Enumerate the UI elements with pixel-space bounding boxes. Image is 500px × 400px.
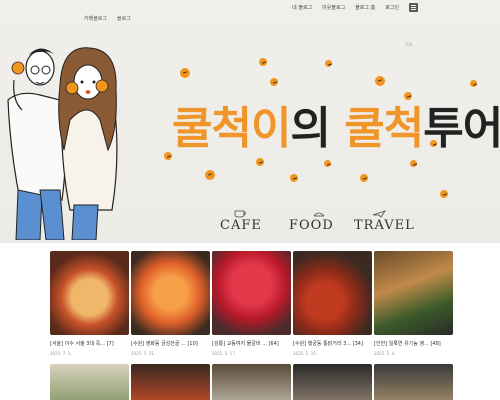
post-date: 2025. 5. 4. bbox=[374, 351, 396, 356]
post-title-text: [인천] 일룩연 유기농 앵... bbox=[374, 341, 429, 347]
top-nav-right: 내 블로그 이웃블로그 블로그 홈 로그인 bbox=[292, 3, 418, 12]
post-thumbnail[interactable] bbox=[131, 364, 210, 400]
post-thumbnail[interactable] bbox=[293, 251, 372, 335]
orange-decor-icon bbox=[440, 190, 448, 198]
orange-decor-icon bbox=[270, 78, 278, 86]
post-title-text: [서울] 이수 서울 3대 즉... bbox=[50, 341, 106, 347]
orange-decor-icon bbox=[256, 158, 264, 166]
post-thumbnail[interactable] bbox=[374, 251, 453, 335]
category-cafe[interactable]: CAFE bbox=[220, 218, 262, 233]
orange-decor-icon bbox=[360, 174, 368, 182]
orange-decor-icon bbox=[290, 174, 298, 182]
orange-decor-icon bbox=[324, 160, 331, 167]
post-grid: [서울] 이수 서울 3대 즉... [7] 2025. 7. 1. [수원] … bbox=[50, 251, 454, 400]
nav-link-cafe-blog[interactable]: 카페블로그 bbox=[84, 15, 107, 22]
title-part: 의 bbox=[290, 103, 345, 154]
orange-decor-icon bbox=[180, 68, 190, 78]
post-title-text: [수원] 영화동 금성잔골 ... bbox=[131, 341, 186, 347]
title-part: 쿨척 bbox=[344, 103, 424, 154]
post-card[interactable]: [서울] 이수 서울 3대 즉... [7] 2025. 7. 1. bbox=[50, 251, 129, 356]
post-card[interactable]: [수원] 행궁동 통닭거리 3... [34] 2025. 5. 15. bbox=[293, 251, 372, 356]
post-thumbnail[interactable] bbox=[50, 251, 129, 335]
comment-count: [10] bbox=[187, 341, 198, 347]
post-title-text: [강릉] 교동여지 물갈비 ... bbox=[212, 341, 267, 347]
orange-decor-icon bbox=[259, 58, 267, 66]
post-title[interactable]: [인천] 일룩연 유기농 앵... [48] bbox=[374, 340, 453, 347]
post-card[interactable]: [인천] 일룩연 유기농 앵... [48] 2025. 5. 4. bbox=[374, 251, 453, 356]
comment-count: [34] bbox=[352, 341, 363, 347]
nav-link-my-blog[interactable]: 내 블로그 bbox=[292, 4, 312, 11]
orange-decor-icon bbox=[410, 160, 417, 167]
nav-link-login[interactable]: 로그인 bbox=[385, 4, 399, 11]
post-date: 2025. 5. 31. bbox=[131, 351, 156, 356]
post-thumbnail[interactable] bbox=[374, 364, 453, 400]
orange-decor-icon bbox=[325, 60, 332, 67]
category-travel[interactable]: TRAVEL bbox=[354, 218, 415, 233]
post-date: 2025. 7. 1. bbox=[50, 351, 72, 356]
comment-count: [48] bbox=[430, 341, 441, 347]
header-small-label: 전체 bbox=[405, 42, 413, 47]
airplane-icon bbox=[372, 210, 386, 218]
orange-decor-icon bbox=[205, 170, 215, 180]
post-card[interactable]: [강릉] 교동여지 물갈비 ... [64] 2025. 5. 17. bbox=[212, 251, 291, 356]
post-thumbnail[interactable] bbox=[212, 364, 291, 400]
post-date: 2025. 5. 17. bbox=[212, 351, 237, 356]
nav-link-neighbor-blog[interactable]: 이웃블로그 bbox=[322, 4, 345, 11]
top-nav-left: 카페블로그 블로그 bbox=[84, 15, 131, 22]
post-thumbnail[interactable] bbox=[131, 251, 210, 335]
title-part: 쿨척이 bbox=[172, 103, 291, 154]
post-title[interactable]: [강릉] 교동여지 물갈비 ... [64] bbox=[212, 340, 291, 347]
orange-decor-icon bbox=[375, 76, 385, 86]
comment-count: [64] bbox=[268, 341, 279, 347]
post-title[interactable]: [수원] 행궁동 통닭거리 3... [34] bbox=[293, 340, 372, 347]
title-part: 투어 bbox=[423, 103, 500, 154]
orange-decor-icon bbox=[164, 152, 172, 160]
post-row: [서울] 이수 서울 3대 즉... [7] 2025. 7. 1. [수원] … bbox=[50, 251, 454, 356]
blog-title: 쿨척이의 쿨척투어 bbox=[172, 92, 500, 156]
post-title[interactable]: [서울] 이수 서울 3대 즉... [7] bbox=[50, 340, 129, 347]
post-thumbnail[interactable] bbox=[212, 251, 291, 335]
comment-count: [7] bbox=[106, 341, 114, 347]
post-title[interactable]: [수원] 영화동 금성잔골 ... [10] bbox=[131, 340, 210, 347]
orange-decor-icon bbox=[470, 80, 477, 87]
nav-link-blog[interactable]: 블로그 bbox=[117, 15, 131, 22]
post-title-text: [수원] 행궁동 통닭거리 3... bbox=[293, 341, 352, 347]
post-thumbnail[interactable] bbox=[50, 364, 129, 400]
nav-link-blog-home[interactable]: 블로그 홈 bbox=[355, 4, 375, 11]
post-row bbox=[50, 364, 454, 400]
post-card[interactable]: [수원] 영화동 금성잔골 ... [10] 2025. 5. 31. bbox=[131, 251, 210, 356]
cafe-cup-icon bbox=[234, 210, 246, 218]
blog-header-banner: 카페블로그 블로그 내 블로그 이웃블로그 블로그 홈 로그인 전체 쿨척이의 … bbox=[0, 0, 500, 243]
couple-illustration bbox=[7, 47, 118, 240]
post-thumbnail[interactable] bbox=[293, 364, 372, 400]
hamburger-icon[interactable] bbox=[409, 3, 418, 12]
food-icon bbox=[313, 212, 325, 217]
post-date: 2025. 5. 15. bbox=[293, 351, 318, 356]
category-food[interactable]: FOOD bbox=[289, 218, 334, 233]
